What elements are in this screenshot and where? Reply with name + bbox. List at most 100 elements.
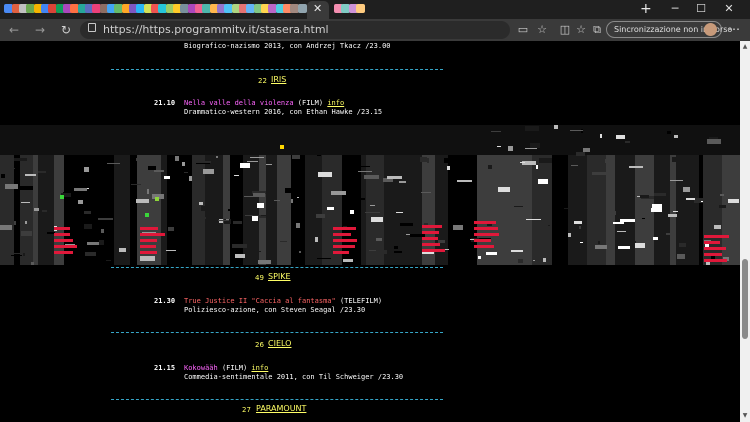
glitch-block: [280, 241, 287, 242]
glitch-block: [488, 165, 492, 169]
tab-favicon[interactable]: [356, 4, 365, 13]
glitch-block: [9, 168, 15, 169]
glitch-block: [394, 246, 398, 249]
glitch-block: [170, 192, 184, 193]
glitch-block: [25, 174, 36, 176]
split-screen-icon[interactable]: ◫: [558, 23, 572, 37]
glitch-block: [25, 221, 27, 224]
glitch-block: [333, 227, 356, 230]
channel-number: 26: [255, 341, 264, 349]
glitch-block: [579, 226, 581, 229]
glitch-block: [140, 227, 158, 230]
glitch-block: [74, 188, 87, 191]
glitch-block: [299, 251, 301, 253]
tab-favicon[interactable]: [298, 4, 307, 13]
glitch-block: [203, 169, 214, 174]
program-time: 21.30: [154, 297, 176, 305]
glitch-block: [478, 256, 481, 259]
glitch-block: [136, 158, 146, 161]
favorite-star-icon[interactable]: ☆: [535, 23, 549, 37]
glitch-block: [613, 222, 624, 224]
glitch-block: [285, 188, 299, 193]
glitch-block: [359, 166, 370, 167]
channel-link-cielo[interactable]: CIELO: [268, 339, 291, 349]
new-tab-button[interactable]: +: [640, 1, 652, 17]
glitch-block: [252, 251, 261, 252]
minimize-icon[interactable]: ─: [664, 2, 686, 16]
glitch-block: [652, 204, 662, 208]
glitch-block: [78, 200, 83, 204]
glitch-block: [130, 155, 137, 265]
glitch-block: [574, 221, 582, 224]
glitch-block: [520, 162, 525, 163]
scrollbar-thumb[interactable]: [742, 259, 748, 339]
glitch-block: [536, 192, 542, 195]
glitch-block: [343, 259, 353, 262]
glitch-block: [87, 188, 89, 189]
glitch-block: [316, 214, 325, 218]
profile-avatar[interactable]: [704, 23, 717, 36]
close-tab-icon[interactable]: ✕: [313, 2, 322, 16]
scroll-up-arrow-icon[interactable]: ▲: [741, 43, 749, 51]
glitch-block: [497, 146, 501, 147]
page-content: ····· Biografico-nazismo 2013, con Andrz…: [0, 41, 740, 422]
url-text[interactable]: https://https.programmitv.it/stasera.htm…: [103, 22, 329, 38]
glitch-block: [600, 134, 602, 138]
glitch-block: [218, 220, 229, 221]
glitch-block: [427, 158, 429, 163]
info-link[interactable]: info: [327, 99, 344, 107]
program-title: Nella valle della violenza: [184, 99, 294, 107]
vertical-scrollbar[interactable]: [740, 41, 750, 422]
glitch-block: [642, 218, 645, 219]
reader-icon[interactable]: ▭: [516, 23, 530, 37]
glitch-block: [364, 175, 379, 179]
glitch-block: [259, 155, 266, 265]
glitch-block: [1, 174, 5, 178]
channel-link-paramount[interactable]: PARAMOUNT: [256, 404, 306, 414]
glitch-block: [0, 155, 14, 265]
scroll-down-arrow-icon[interactable]: ▼: [741, 412, 749, 420]
glitch-block: [106, 260, 111, 261]
favorites-icon[interactable]: ☆: [574, 23, 588, 37]
glitch-block: [333, 239, 357, 242]
channel-number: 49: [255, 274, 264, 282]
glitch-block: [394, 251, 402, 253]
collections-icon[interactable]: ⧉: [590, 23, 604, 37]
glitch-block: [518, 259, 523, 263]
glitch-block: [98, 218, 113, 220]
glitch-block: [38, 171, 46, 173]
glitch-block: [640, 195, 649, 198]
glitch-block: [606, 155, 615, 265]
glitch-block: [253, 193, 265, 197]
glitch-block: [447, 166, 450, 170]
glitch-block: [525, 126, 539, 131]
glitch-block: [677, 254, 685, 259]
glitch-block: [257, 203, 264, 208]
glitch-block: [701, 201, 703, 202]
glitch-block: [602, 256, 606, 258]
glitch-block: [376, 250, 387, 254]
glitch-block: [686, 198, 695, 200]
glitch-block: [474, 233, 499, 236]
glitch-block: [694, 198, 705, 203]
glitch-block: [548, 225, 550, 226]
back-icon[interactable]: ←: [6, 22, 22, 38]
more-menu-icon[interactable]: ⋯: [728, 22, 740, 36]
lock-icon[interactable]: [88, 23, 96, 32]
glitch-block: [182, 162, 185, 166]
channel-link-iris[interactable]: IRIS: [271, 75, 286, 85]
glitch-block: [54, 227, 70, 230]
channel-link-spike[interactable]: SPIKE: [268, 272, 291, 282]
glitch-block: [728, 199, 739, 203]
close-window-icon[interactable]: ✕: [718, 2, 740, 16]
glitch-block: [199, 202, 203, 205]
glitch-block: [266, 155, 277, 265]
glitch-block: [5, 184, 18, 189]
forward-icon[interactable]: →: [32, 22, 48, 38]
glitch-block: [514, 206, 523, 207]
info-link[interactable]: info: [251, 364, 268, 372]
glitch-block: [670, 180, 683, 181]
glitch-block: [568, 233, 571, 237]
maximize-icon[interactable]: ☐: [690, 2, 712, 16]
reload-icon[interactable]: ↻: [58, 22, 74, 38]
